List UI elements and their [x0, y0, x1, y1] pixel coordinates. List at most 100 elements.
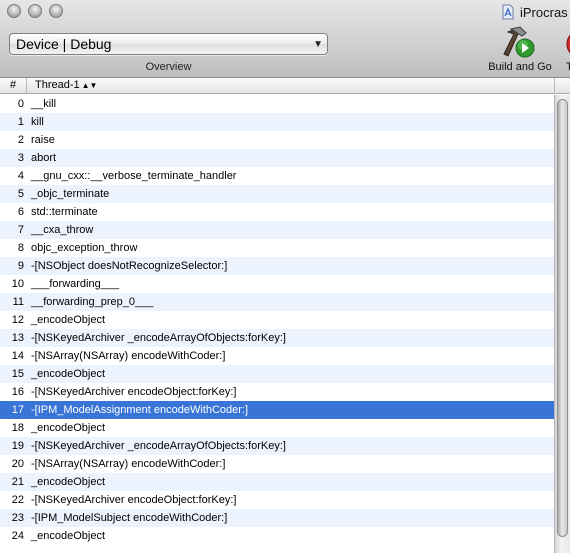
table-row[interactable]: 4 __gnu_cxx::__verbose_terminate_handler — [0, 167, 554, 185]
frame-number: 17 — [11, 404, 24, 416]
frame-number: 1 — [17, 116, 24, 128]
frame-function: -[IPM_ModelAssignment encodeWithCoder:] — [31, 404, 249, 416]
scheme-popup-value: Device | Debug — [16, 36, 112, 52]
frame-number: 18 — [11, 422, 24, 434]
sort-arrows-icon: ▲▼ — [81, 81, 98, 90]
table-row[interactable]: 9 -[NSObject doesNotRecognizeSelector:] — [0, 257, 554, 275]
partial-tool-label: T — [566, 61, 570, 73]
debugger-window: iProcras Device | Debug ▼ Overview Build… — [0, 0, 570, 553]
frame-function: __cxa_throw — [31, 224, 94, 236]
frame-function: std::terminate — [31, 206, 98, 218]
table-body: 0 __kill1 kill2 raise3 abort4 __gnu_cxx::__ve… — [0, 95, 554, 553]
frame-number: 20 — [11, 458, 24, 470]
table-row[interactable]: 11 __forwarding_prep_0___ — [0, 293, 554, 311]
table-row[interactable]: 20 -[NSArray(NSArray) encodeWithCoder:] — [0, 455, 554, 473]
frame-function: -[NSKeyedArchiver encodeObject:forKey:] — [31, 386, 237, 398]
close-button[interactable] — [7, 4, 21, 18]
frame-number: 12 — [11, 314, 24, 326]
table-header: # Thread-1 ▲▼ — [0, 78, 570, 94]
table-row[interactable]: 17 -[IPM_ModelAssignment encodeWithCoder:… — [0, 401, 554, 419]
frame-function: -[NSKeyedArchiver encodeObject:forKey:] — [31, 494, 237, 506]
frame-function: _objc_terminate — [31, 188, 110, 200]
frame-function: _encodeObject — [31, 476, 105, 488]
frame-number: 0 — [17, 98, 24, 110]
frame-number: 16 — [11, 386, 24, 398]
table-row[interactable]: 21 _encodeObject — [0, 473, 554, 491]
frame-number: 6 — [17, 206, 24, 218]
toolbar: iProcras Device | Debug ▼ Overview Build… — [0, 0, 570, 78]
table-row[interactable]: 7 __cxa_throw — [0, 221, 554, 239]
popup-arrow-icon: ▼ — [313, 39, 323, 50]
table-row[interactable]: 24 _encodeObject — [0, 527, 554, 545]
frame-number: 2 — [17, 134, 24, 146]
table-row[interactable]: 13 -[NSKeyedArchiver _encodeArrayOfObject… — [0, 329, 554, 347]
table-row[interactable]: 8 objc_exception_throw — [0, 239, 554, 257]
frame-number: 5 — [17, 188, 24, 200]
stop-icon[interactable] — [563, 30, 570, 60]
frame-number: 9 — [17, 260, 24, 272]
table-row[interactable]: 23 -[IPM_ModelSubject encodeWithCoder:] — [0, 509, 554, 527]
stack-trace-table: # Thread-1 ▲▼ 0 __kill 1 kill 2 raise 3 abort 4 __… — [0, 78, 570, 553]
zoom-button[interactable] — [49, 4, 63, 18]
frame-number: 10 — [11, 278, 24, 290]
frame-number: 15 — [11, 368, 24, 380]
table-row[interactable]: 18 _encodeObject — [0, 419, 554, 437]
table-row[interactable]: 14 -[NSArray(NSArray) encodeWithCoder:] — [0, 347, 554, 365]
table-row[interactable]: 5 _objc_terminate — [0, 185, 554, 203]
scrollbar-thumb[interactable] — [557, 99, 568, 537]
frame-function: _encodeObject — [31, 368, 105, 380]
frame-function: kill — [31, 116, 44, 128]
frame-function: _encodeObject — [31, 314, 105, 326]
frame-number: 13 — [11, 332, 24, 344]
table-row[interactable]: 0 __kill — [0, 95, 554, 113]
frame-function: __forwarding_prep_0___ — [31, 296, 154, 308]
frame-function: -[NSKeyedArchiver _encodeArrayOfObjects:… — [31, 332, 286, 344]
table-row[interactable]: 1 kill — [0, 113, 554, 131]
header-corner — [554, 78, 570, 94]
frame-number: 3 — [17, 152, 24, 164]
column-header-thread[interactable]: Thread-1 ▲▼ — [28, 78, 554, 94]
frame-number: 11 — [12, 296, 24, 308]
table-row[interactable]: 22 -[NSKeyedArchiver encodeObject:forKey:… — [0, 491, 554, 509]
table-row[interactable]: 12 _encodeObject — [0, 311, 554, 329]
table-row[interactable]: 3 abort — [0, 149, 554, 167]
frame-number: 21 — [11, 476, 24, 488]
project-file-icon — [502, 4, 514, 20]
table-row[interactable]: 16 -[NSKeyedArchiver encodeObject:forKey:… — [0, 383, 554, 401]
frame-number: 19 — [11, 440, 24, 452]
frame-function: raise — [31, 134, 55, 146]
frame-function: __gnu_cxx::__verbose_terminate_handler — [31, 170, 237, 182]
frame-function: _encodeObject — [31, 422, 105, 434]
table-row[interactable]: 2 raise — [0, 131, 554, 149]
table-row[interactable]: 10 ___forwarding___ — [0, 275, 554, 293]
frame-number: 14 — [11, 350, 24, 362]
frame-function: -[IPM_ModelSubject encodeWithCoder:] — [31, 512, 228, 524]
frame-function: objc_exception_throw — [31, 242, 138, 254]
table-row[interactable]: 15 _encodeObject — [0, 365, 554, 383]
overview-label: Overview — [145, 61, 192, 73]
column-header-thread-label: Thread-1 — [35, 79, 80, 91]
frame-number: 8 — [17, 242, 24, 254]
frame-number: 24 — [11, 530, 24, 542]
column-header-number[interactable]: # — [0, 78, 27, 94]
minimize-button[interactable] — [28, 4, 42, 18]
frame-number: 23 — [11, 512, 24, 524]
frame-function: __kill — [31, 98, 57, 110]
frame-function: -[NSObject doesNotRecognizeSelector:] — [31, 260, 228, 272]
build-and-go-button[interactable]: Build and Go — [482, 26, 558, 76]
table-row[interactable]: 6 std::terminate — [0, 203, 554, 221]
frame-number: 4 — [17, 170, 24, 182]
vertical-scrollbar[interactable] — [554, 95, 570, 553]
build-and-go-label: Build and Go — [488, 61, 552, 73]
frame-number: 7 — [17, 224, 24, 236]
frame-function: _encodeObject — [31, 530, 105, 542]
frame-function: -[NSArray(NSArray) encodeWithCoder:] — [31, 350, 226, 362]
scheme-popup[interactable]: Device | Debug ▼ — [9, 33, 328, 55]
frame-function: -[NSKeyedArchiver _encodeArrayOfObjects:… — [31, 440, 286, 452]
window-title-text: iProcras — [520, 4, 568, 20]
window-title: iProcras — [500, 2, 568, 22]
frame-function: ___forwarding___ — [31, 278, 120, 290]
frame-number: 22 — [11, 494, 24, 506]
frame-function: -[NSArray(NSArray) encodeWithCoder:] — [31, 458, 226, 470]
table-row[interactable]: 19 -[NSKeyedArchiver _encodeArrayOfObject… — [0, 437, 554, 455]
